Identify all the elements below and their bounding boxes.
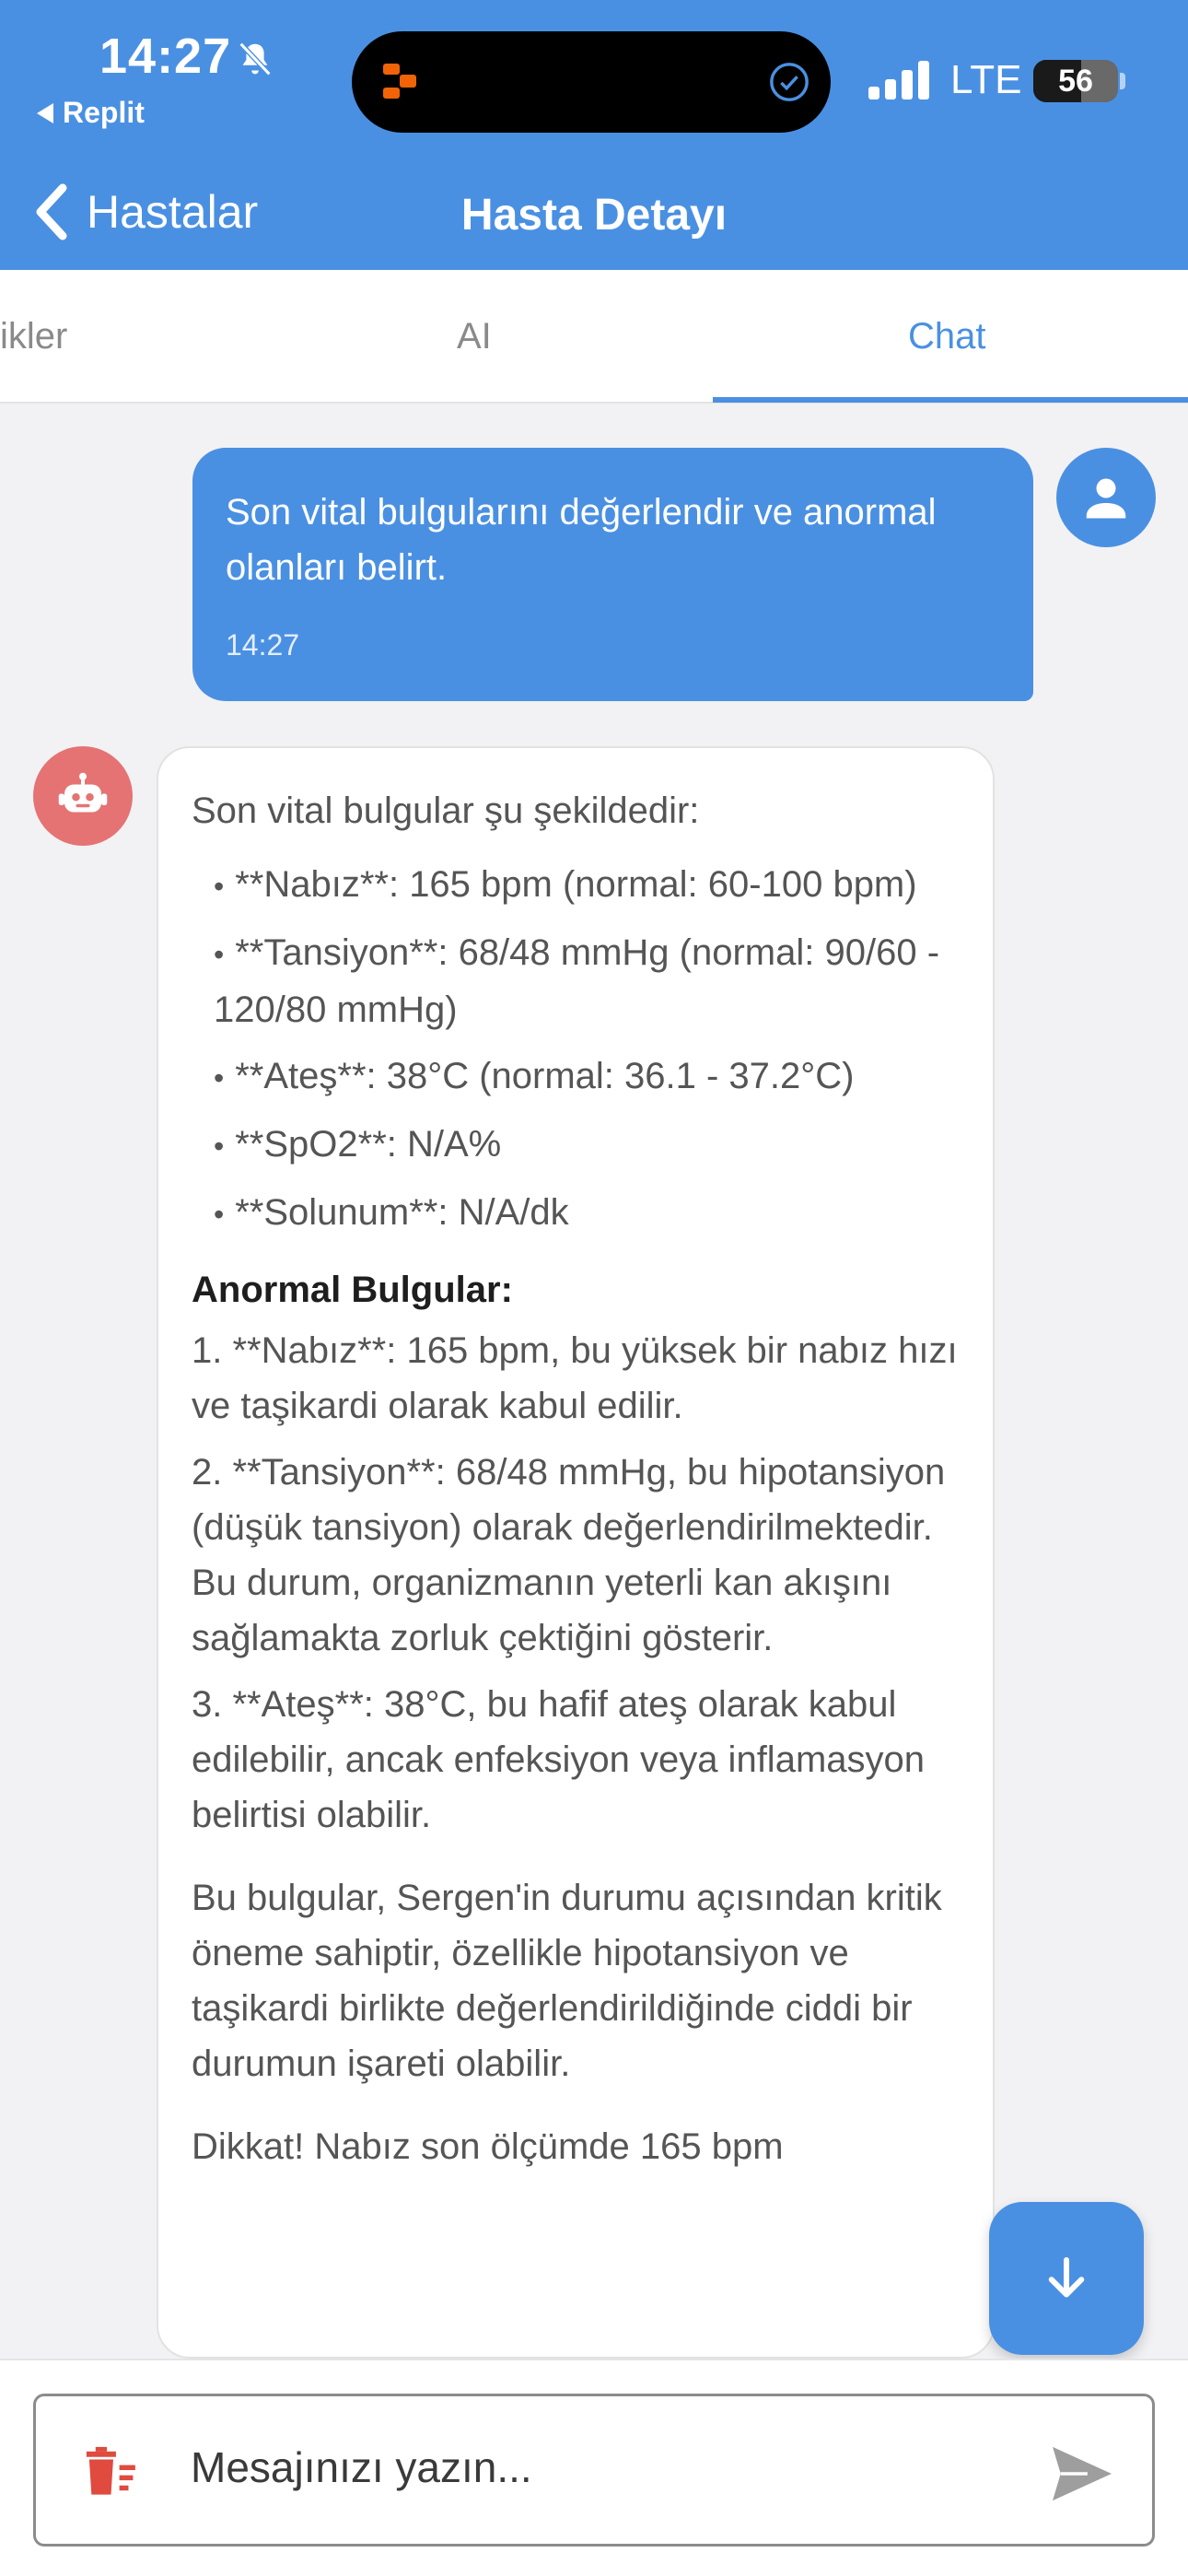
bell-slash-icon [239,41,272,76]
signal-strength-icon [868,59,929,100]
list-item: • **Ateş**: 38°C (normal: 36.1 - 37.2°C) [214,1056,855,1096]
message-input[interactable]: Mesajınızı yazın... [33,2394,1155,2547]
bot-message-bubble: Son vital bulgular şu şekildedir: • **Nab… [157,746,995,2359]
tab-ikler[interactable]: ikler [0,316,67,357]
scroll-to-bottom-button[interactable] [989,2202,1144,2355]
bot-conclusion: Bu bulgular, Sergen'in durumu açısından … [192,1878,942,2084]
message-placeholder: Mesajınızı yazın... [191,2443,532,2491]
list-item: • **SpO2**: N/A% [214,1124,502,1165]
robot-icon [58,772,108,813]
composer-bar: Mesajınızı yazın... [0,2359,1188,2576]
person-icon [1086,478,1126,519]
app-header: 14:27 Replit LTE 56 Hastalar Hasta Detay… [0,0,1188,270]
list-item: • **Solunum**: N/A/dk [214,1192,569,1233]
replit-logo-icon [383,64,416,99]
user-message-text: Son vital bulgularını değerlendir ve ano… [226,492,937,588]
user-message-time: 14:27 [226,628,300,662]
battery-icon: 56 [1033,60,1118,102]
abnormal-list: 1. **Nabız**: 165 bpm, bu yüksek bir nab… [192,1323,960,1843]
active-tab-indicator [713,397,1188,403]
check-circle-icon [770,63,809,101]
user-message-bubble: Son vital bulgularını değerlendir ve ano… [192,448,1033,701]
abnormal-heading: Anormal Bulgular: [192,1270,513,1310]
clear-chat-trash-icon[interactable] [82,2444,141,2500]
list-item: 1. **Nabız**: 165 bpm, bu yüksek bir nab… [192,1330,958,1426]
battery-level: 56 [1058,64,1093,99]
bot-intro: Son vital bulgular şu şekildedir: [192,790,700,831]
network-type: LTE [950,57,1022,102]
battery-tip [1120,73,1125,89]
page-title: Hasta Detayı [460,191,728,240]
user-avatar [1056,448,1156,547]
arrow-down-icon [1048,2257,1085,2298]
tab-chat[interactable]: Chat [908,316,986,357]
bot-warning: Dikkat! Nabız son ölçümde 165 bpm [192,2126,784,2167]
bot-avatar [33,746,133,846]
list-item: 3. **Ateş**: 38°C, bu hafif ateş olarak … [192,1684,925,1835]
list-item: • **Nabız**: 165 bpm (normal: 60-100 bpm) [214,864,917,905]
back-to-app-link[interactable]: Replit [37,96,145,130]
list-item: 2. **Tansiyon**: 68/48 mmHg, bu hipotans… [192,1452,946,1658]
tab-bar: ikler AI Chat [0,270,1188,404]
status-time: 14:27 [99,29,232,84]
list-item: • **Tansiyon**: 68/48 mmHg (normal: 90/60… [214,932,940,1030]
send-icon[interactable] [1049,2444,1115,2503]
back-app-label: Replit [63,96,145,129]
vitals-list: • **Nabız**: 165 bpm (normal: 60-100 bpm)… [192,857,960,1242]
dynamic-island [352,31,831,133]
back-triangle-icon [37,102,53,123]
tab-ai[interactable]: AI [457,316,492,357]
